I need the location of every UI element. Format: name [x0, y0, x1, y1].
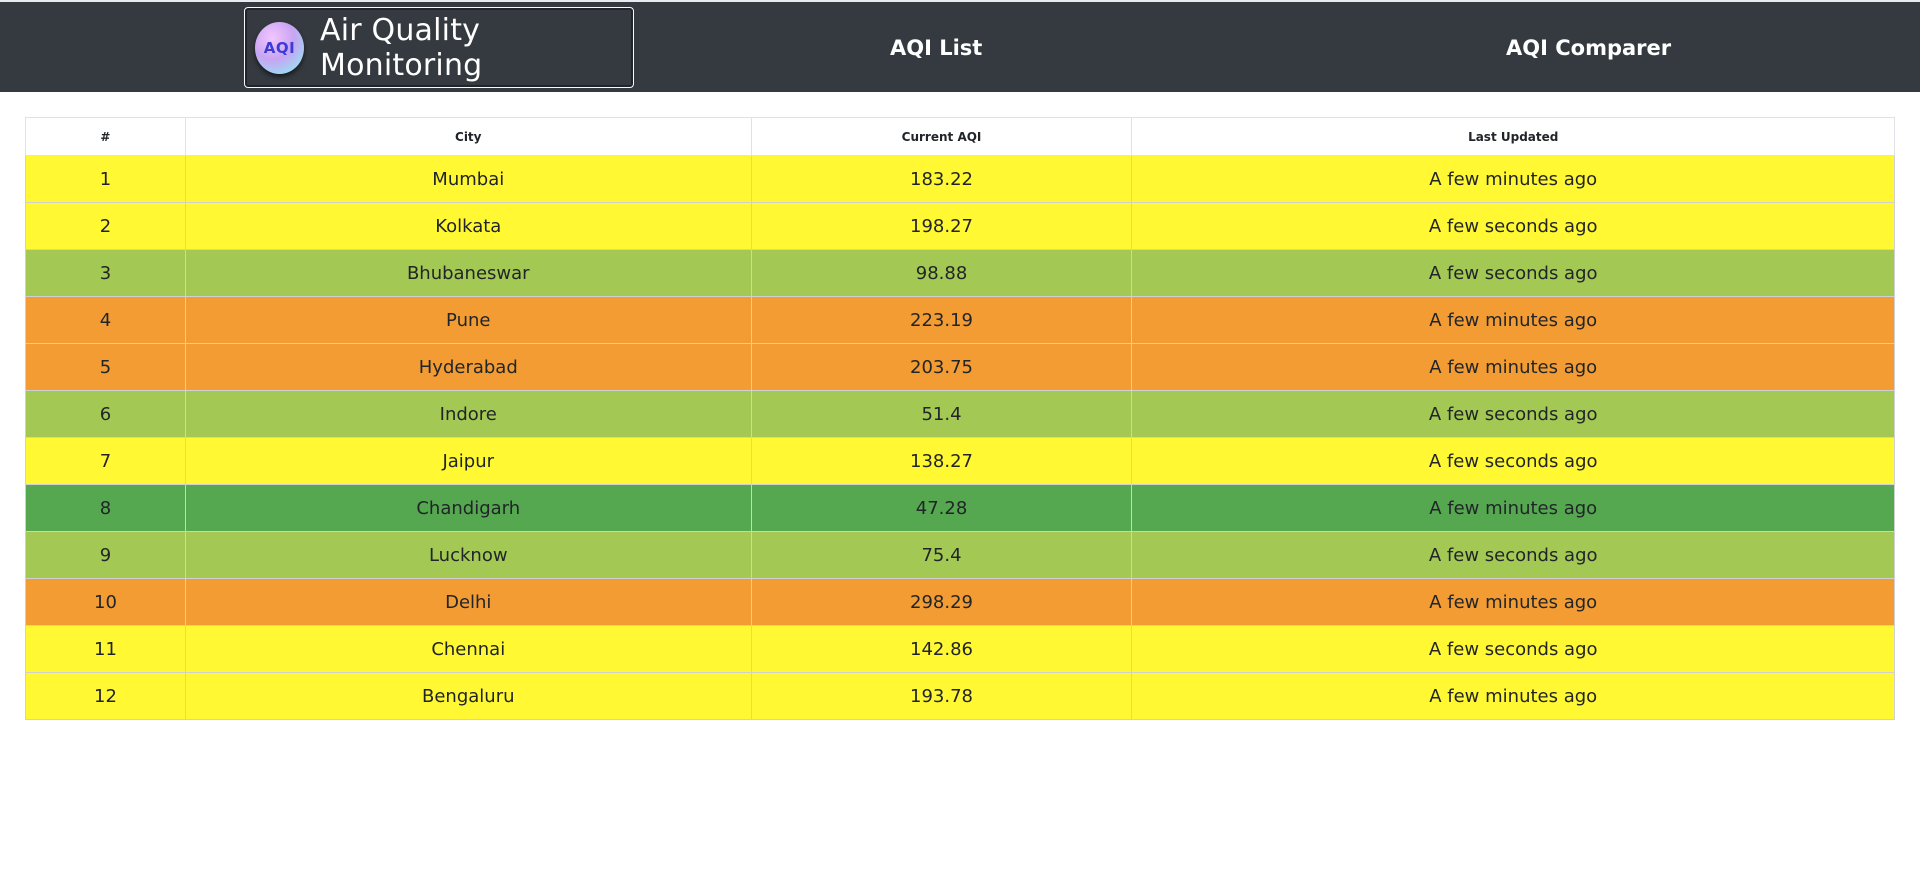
cell-index: 4 — [25, 296, 186, 344]
table-body: 1 Mumbai 183.22 A few minutes ago 2 Kolkata 19… — [25, 155, 1895, 720]
cell-last-updated: A few seconds ago — [1131, 390, 1895, 438]
cell-current-aqi: 193.78 — [750, 672, 1133, 720]
aqi-table: # City Current AQI Last Updated 1 Mumbai 1… — [25, 117, 1895, 720]
cell-index: 6 — [25, 390, 186, 438]
app-title: Air Quality Monitoring — [319, 12, 483, 83]
cell-index: 12 — [25, 672, 186, 720]
cell-index: 10 — [25, 578, 186, 626]
cell-city: Pune — [184, 296, 752, 344]
column-header-index: # — [25, 117, 186, 156]
nav-aqi-comparer[interactable]: AQI Comparer — [1506, 2, 1671, 94]
cell-last-updated: A few minutes ago — [1131, 672, 1895, 720]
aqi-table-container: # City Current AQI Last Updated 1 Mumbai 1… — [25, 117, 1895, 720]
cell-current-aqi: 203.75 — [750, 343, 1133, 391]
cell-last-updated: A few minutes ago — [1131, 296, 1895, 344]
table-row: 11 Chennai 142.86 A few seconds ago — [25, 625, 1895, 673]
cell-current-aqi: 183.22 — [750, 155, 1133, 203]
table-row: 9 Lucknow 75.4 A few seconds ago — [25, 531, 1895, 579]
cell-current-aqi: 47.28 — [750, 484, 1133, 532]
cell-index: 11 — [25, 625, 186, 673]
cell-last-updated: A few seconds ago — [1131, 437, 1895, 485]
cell-city: Jaipur — [184, 437, 752, 485]
cell-index: 2 — [25, 202, 186, 250]
cell-current-aqi: 75.4 — [750, 531, 1133, 579]
cell-city: Hyderabad — [184, 343, 752, 391]
cell-current-aqi: 198.27 — [750, 202, 1133, 250]
aqi-logo-icon: AQI — [255, 21, 304, 74]
table-header-row: # City Current AQI Last Updated — [25, 117, 1895, 156]
column-header-city: City — [184, 117, 752, 156]
cell-city: Bengaluru — [184, 672, 752, 720]
cell-city: Lucknow — [184, 531, 752, 579]
table-row: 1 Mumbai 183.22 A few minutes ago — [25, 155, 1895, 203]
cell-index: 5 — [25, 343, 186, 391]
table-row: 8 Chandigarh 47.28 A few minutes ago — [25, 484, 1895, 532]
table-row: 12 Bengaluru 193.78 A few minutes ago — [25, 672, 1895, 720]
table-row: 10 Delhi 298.29 A few minutes ago — [25, 578, 1895, 626]
cell-index: 7 — [25, 437, 186, 485]
cell-city: Mumbai — [184, 155, 752, 203]
cell-current-aqi: 51.4 — [750, 390, 1133, 438]
cell-last-updated: A few minutes ago — [1131, 343, 1895, 391]
cell-index: 8 — [25, 484, 186, 532]
cell-index: 9 — [25, 531, 186, 579]
column-header-last-updated: Last Updated — [1131, 117, 1895, 156]
cell-city: Chennai — [184, 625, 752, 673]
cell-last-updated: A few seconds ago — [1131, 625, 1895, 673]
table-row: 7 Jaipur 138.27 A few seconds ago — [25, 437, 1895, 485]
top-navbar: AQI Air Quality Monitoring AQI List AQI … — [0, 0, 1920, 92]
column-header-current-aqi: Current AQI — [750, 117, 1133, 156]
cell-city: Delhi — [184, 578, 752, 626]
cell-city: Bhubaneswar — [184, 249, 752, 297]
table-row: 5 Hyderabad 203.75 A few minutes ago — [25, 343, 1895, 391]
cell-city: Chandigarh — [184, 484, 752, 532]
cell-current-aqi: 223.19 — [750, 296, 1133, 344]
cell-city: Kolkata — [184, 202, 752, 250]
cell-last-updated: A few minutes ago — [1131, 484, 1895, 532]
table-row: 6 Indore 51.4 A few seconds ago — [25, 390, 1895, 438]
table-row: 4 Pune 223.19 A few minutes ago — [25, 296, 1895, 344]
cell-index: 1 — [25, 155, 186, 203]
cell-current-aqi: 298.29 — [750, 578, 1133, 626]
cell-last-updated: A few seconds ago — [1131, 531, 1895, 579]
cell-last-updated: A few minutes ago — [1131, 155, 1895, 203]
cell-last-updated: A few seconds ago — [1131, 249, 1895, 297]
cell-index: 3 — [25, 249, 186, 297]
cell-last-updated: A few seconds ago — [1131, 202, 1895, 250]
table-row: 2 Kolkata 198.27 A few seconds ago — [25, 202, 1895, 250]
cell-current-aqi: 138.27 — [750, 437, 1133, 485]
cell-city: Indore — [184, 390, 752, 438]
table-row: 3 Bhubaneswar 98.88 A few seconds ago — [25, 249, 1895, 297]
brand-home-button[interactable]: AQI Air Quality Monitoring — [244, 7, 634, 88]
cell-current-aqi: 98.88 — [750, 249, 1133, 297]
cell-last-updated: A few minutes ago — [1131, 578, 1895, 626]
cell-current-aqi: 142.86 — [750, 625, 1133, 673]
nav-aqi-list[interactable]: AQI List — [890, 2, 982, 94]
